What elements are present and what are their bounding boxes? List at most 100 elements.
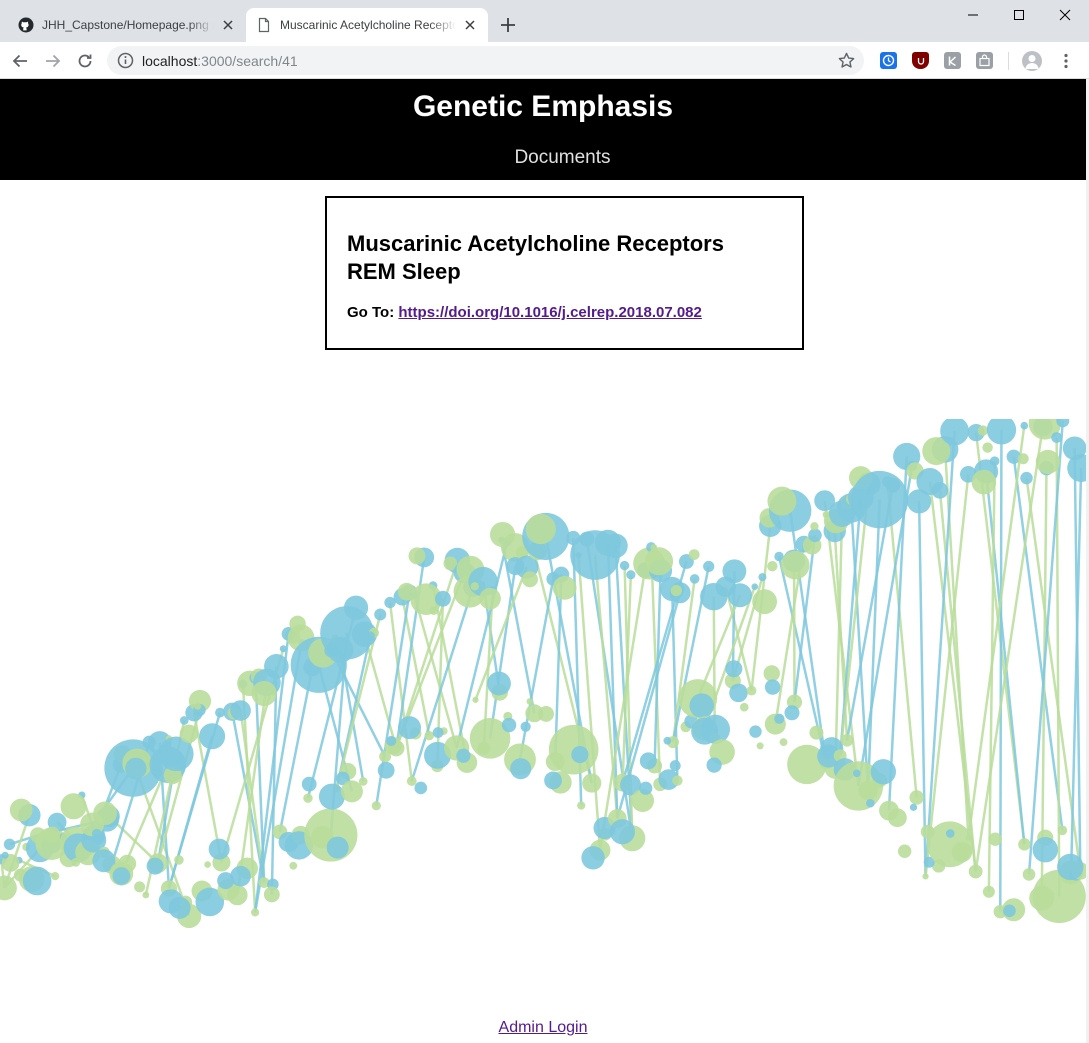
network-node [230, 700, 251, 721]
network-node [1, 851, 9, 859]
network-node [722, 559, 747, 584]
browser-tab-document[interactable]: Muscarinic Acetylcholine Receptors REM S… [246, 8, 488, 42]
network-node [1017, 453, 1029, 465]
info-icon[interactable] [117, 52, 134, 69]
network-node [377, 761, 395, 779]
bookmark-star-icon[interactable] [837, 51, 856, 70]
network-node [520, 721, 531, 732]
address-bar[interactable]: localhost:3000/search/41 [107, 46, 864, 75]
network-node [663, 736, 672, 745]
ublock-icon[interactable] [912, 52, 929, 69]
network-node [774, 713, 785, 724]
site-header: Genetic Emphasis Documents [0, 79, 1086, 180]
doi-link[interactable]: https://doi.org/10.1016/j.celrep.2018.07… [398, 304, 701, 321]
network-node [752, 589, 778, 615]
goto-label: Go To: [347, 304, 395, 321]
profile-avatar[interactable] [1022, 51, 1042, 71]
network-node [703, 560, 715, 573]
kebab-menu-icon[interactable] [1056, 51, 1076, 71]
network-node [670, 584, 682, 597]
window-close-button[interactable] [1042, 0, 1088, 30]
network-link [363, 633, 398, 749]
network-node [432, 727, 444, 738]
clock-extension-icon[interactable] [880, 52, 897, 69]
network-node [746, 685, 757, 696]
network-node [645, 547, 674, 576]
network-node [1057, 853, 1084, 881]
network-node [986, 419, 1017, 445]
bag-extension-icon[interactable] [976, 52, 993, 69]
network-node [626, 570, 636, 580]
browser-tab-github[interactable]: JHH_Capstone/Homepage.png at master [8, 8, 246, 42]
network-node [552, 575, 577, 600]
network-link [866, 499, 881, 791]
network-node [931, 482, 949, 499]
network-link [917, 501, 927, 877]
page-icon [258, 17, 270, 33]
network-node [809, 725, 824, 740]
network-node [343, 595, 369, 620]
network-node [700, 714, 731, 744]
close-icon[interactable] [462, 17, 478, 33]
network-node [168, 896, 191, 919]
network-node [174, 855, 184, 865]
new-tab-plus-icon[interactable] [496, 13, 520, 37]
window-minimize-button[interactable] [950, 0, 996, 30]
network-node [688, 549, 700, 561]
network-node [669, 760, 681, 772]
network-node [870, 759, 897, 785]
network-node [989, 456, 1000, 466]
network-node [526, 698, 534, 705]
network-node [204, 861, 211, 868]
network-node [435, 590, 451, 607]
network-node [501, 717, 517, 733]
network-node [358, 777, 368, 786]
k-letter-icon [948, 55, 957, 66]
window-maximize-button[interactable] [996, 0, 1042, 30]
network-node [456, 748, 471, 763]
bag-icon [979, 54, 990, 67]
network-node [758, 573, 767, 582]
network-node [487, 671, 511, 696]
k-extension-icon[interactable] [944, 52, 961, 69]
network-node [706, 757, 722, 773]
network-node [538, 706, 554, 722]
network-node [208, 838, 230, 860]
network-node [619, 560, 630, 571]
reload-button[interactable] [72, 48, 98, 74]
network-node [689, 693, 715, 718]
network-node [142, 891, 150, 899]
arrow-left-icon [12, 54, 27, 68]
network-node [318, 783, 345, 810]
network-node [51, 872, 60, 881]
shield-icon [917, 57, 924, 65]
minimize-icon [968, 14, 978, 16]
back-button[interactable] [7, 48, 33, 74]
maximize-icon [1014, 10, 1024, 20]
network-node [414, 781, 428, 795]
network-node [727, 583, 752, 608]
close-icon[interactable] [220, 17, 236, 33]
network-node [852, 769, 861, 778]
network-node [406, 776, 417, 786]
network-link [278, 666, 314, 833]
network-graph-illustration [0, 419, 1086, 929]
network-node [470, 582, 479, 591]
network-node [251, 908, 260, 917]
url-path: :3000/search/41 [197, 53, 298, 69]
tab-title: Muscarinic Acetylcholine Receptors REM S… [280, 18, 456, 32]
network-node [779, 738, 788, 747]
network-node [780, 550, 810, 580]
browser-toolbar: localhost:3000/search/41 [0, 42, 1089, 79]
network-node [92, 828, 102, 839]
admin-login-link[interactable]: Admin Login [499, 1019, 588, 1036]
network-node [577, 801, 586, 810]
nav-documents-link[interactable]: Documents [0, 147, 1086, 169]
arrow-right-icon [46, 54, 61, 68]
network-node [763, 665, 780, 682]
network-node [134, 881, 146, 893]
network-node [3, 838, 16, 851]
network-node [767, 561, 778, 572]
forward-button[interactable] [40, 48, 66, 74]
network-node [289, 861, 298, 870]
